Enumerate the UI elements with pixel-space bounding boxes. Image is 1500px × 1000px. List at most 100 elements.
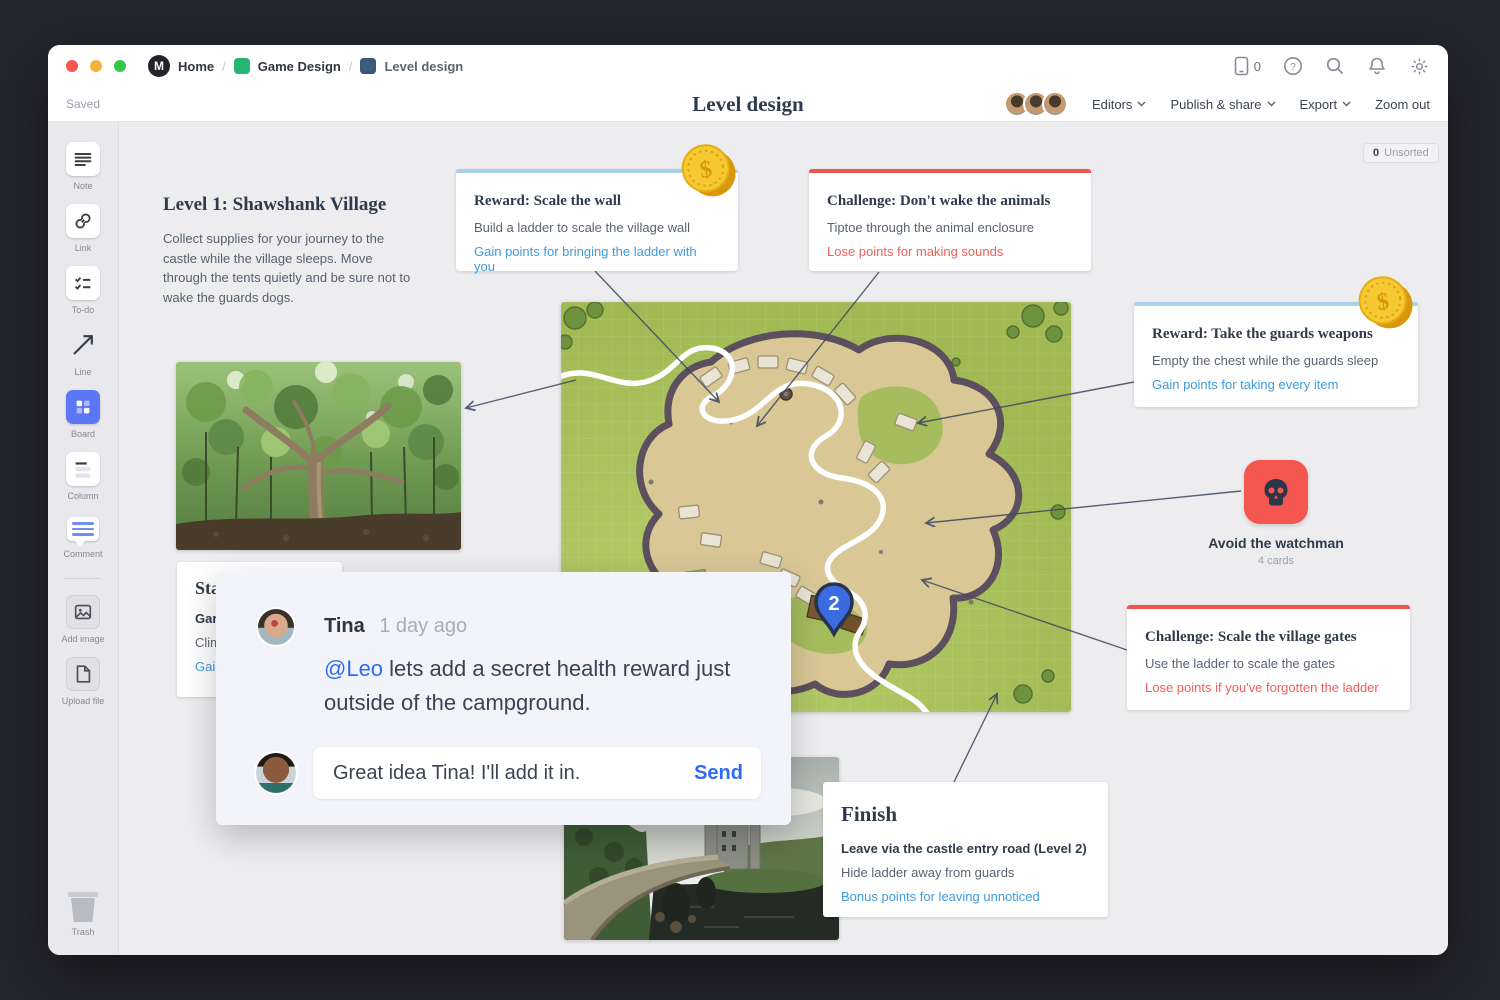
skull-board-tile[interactable] <box>1244 460 1308 524</box>
chevron-down-icon <box>1267 101 1276 107</box>
breadcrumb-separator: / <box>349 59 353 74</box>
tool-todo[interactable]: To-do <box>66 266 100 315</box>
fullscreen-button[interactable] <box>114 60 126 72</box>
skull-icon <box>1258 474 1294 510</box>
save-status: Saved <box>66 97 100 111</box>
comment-text: lets add a secret health reward just out… <box>324 656 730 715</box>
note-icon <box>72 148 94 170</box>
board-canvas[interactable]: 0 Unsorted Level 1: Shawshank Village Co… <box>119 122 1448 955</box>
trash-icon <box>68 892 98 922</box>
card-challenge-gates[interactable]: Challenge: Scale the village gates Use t… <box>1127 605 1410 710</box>
breadcrumb-game-design[interactable]: Game Design <box>258 59 341 74</box>
breadcrumb: Home / Game Design / Level design <box>178 58 463 74</box>
add-image-icon <box>72 601 94 623</box>
sub-header: Saved Level design Editors Publish & sha… <box>48 87 1448 122</box>
board-icon-green <box>234 58 250 74</box>
board-card-count: 4 cards <box>1176 555 1376 567</box>
line-arrow-icon <box>70 332 96 358</box>
tool-link[interactable]: Link <box>66 204 100 253</box>
card-challenge-animals[interactable]: Challenge: Don't wake the animals Tiptoe… <box>809 169 1091 271</box>
card-title: Challenge: Don't wake the animals <box>827 193 1073 210</box>
tool-label: Comment <box>63 549 102 559</box>
tool-label: Link <box>75 243 92 253</box>
close-button[interactable] <box>66 60 78 72</box>
export-label: Export <box>1300 97 1338 112</box>
comment-author: Tina <box>324 615 365 637</box>
card-highlight: Gain points for taking every item <box>1152 377 1400 392</box>
tool-note[interactable]: Note <box>66 142 100 191</box>
breadcrumb-separator: / <box>222 59 226 74</box>
card-highlight: Bonus points for leaving unnoticed <box>841 889 1090 904</box>
upload-file-icon <box>72 663 94 685</box>
publish-share-button[interactable]: Publish & share <box>1170 97 1275 112</box>
intro-note[interactable]: Level 1: Shawshank Village Collect suppl… <box>163 194 416 307</box>
tool-label: Upload file <box>62 696 105 706</box>
page-title: Level design <box>692 92 803 117</box>
tool-upload-file[interactable]: Upload file <box>62 657 105 706</box>
board-avoid-watchman[interactable]: Avoid the watchman 4 cards <box>1176 460 1376 567</box>
forest-tree-image[interactable] <box>176 362 461 550</box>
minimize-button[interactable] <box>90 60 102 72</box>
publish-share-label: Publish & share <box>1170 97 1261 112</box>
device-sync-button[interactable]: 0 <box>1234 56 1261 76</box>
card-bold-line: Leave via the castle entry road (Level 2… <box>841 841 1090 856</box>
breadcrumb-home[interactable]: Home <box>178 59 214 74</box>
editor-avatars[interactable] <box>1004 91 1068 117</box>
trash-dropzone[interactable]: Trash <box>68 892 98 937</box>
search-icon[interactable] <box>1325 56 1345 76</box>
tool-column[interactable]: Column <box>66 452 100 501</box>
tree-illustration <box>176 362 461 550</box>
board-icon <box>72 396 94 418</box>
reply-box: Send <box>313 747 761 799</box>
tool-label: Column <box>67 491 98 501</box>
editors-label: Editors <box>1092 97 1132 112</box>
todo-icon <box>72 272 94 294</box>
help-icon[interactable]: ? <box>1283 56 1303 76</box>
chevron-down-icon <box>1342 101 1351 107</box>
comment-popup: Tina 1 day ago @Leo lets add a secret he… <box>216 572 791 825</box>
card-line: Build a ladder to scale the village wall <box>474 220 720 235</box>
tool-label: Add image <box>61 634 104 644</box>
gold-coin-icon: $ <box>1356 273 1414 331</box>
map-pin-marker[interactable]: 2 <box>811 580 857 642</box>
unsorted-badge[interactable]: 0 Unsorted <box>1363 143 1439 163</box>
tool-label: Board <box>71 429 95 439</box>
mention-link[interactable]: @Leo <box>324 656 383 681</box>
breadcrumb-level-design[interactable]: Level design <box>384 59 463 74</box>
tool-board-selected[interactable]: Board <box>66 390 100 439</box>
tool-add-image[interactable]: Add image <box>61 595 104 644</box>
tina-avatar <box>258 609 294 645</box>
app-window: M Home / Game Design / Level design 0 ? <box>48 45 1448 955</box>
unsorted-count: 0 <box>1373 147 1379 159</box>
mobile-device-icon <box>1234 56 1249 76</box>
settings-gear-icon[interactable] <box>1409 56 1430 77</box>
zoom-out-label: Zoom out <box>1375 97 1430 112</box>
send-button[interactable]: Send <box>694 762 743 785</box>
card-finish[interactable]: Finish Leave via the castle entry road (… <box>823 782 1108 917</box>
title-bar: M Home / Game Design / Level design 0 ? <box>48 45 1448 87</box>
gold-coin-icon: $ <box>679 141 737 199</box>
avatar <box>1042 91 1068 117</box>
card-line: Empty the chest while the guards sleep <box>1152 353 1400 368</box>
tool-line[interactable]: Line <box>66 328 100 377</box>
device-count: 0 <box>1254 59 1261 74</box>
toolbar-divider <box>65 578 101 579</box>
comment-timestamp: 1 day ago <box>379 615 467 637</box>
tool-label: To-do <box>72 305 95 315</box>
tool-comment[interactable]: Comment <box>63 514 102 559</box>
card-highlight: Lose points for making sounds <box>827 244 1073 259</box>
tool-label: Line <box>74 367 91 377</box>
export-button[interactable]: Export <box>1300 97 1352 112</box>
svg-text:?: ? <box>1290 62 1296 73</box>
milanote-logo-icon: M <box>148 55 170 77</box>
editors-button[interactable]: Editors <box>1092 97 1146 112</box>
card-title: Challenge: Scale the village gates <box>1145 629 1392 646</box>
comment-message: @Leo lets add a secret health reward jus… <box>324 652 774 720</box>
board-label: Avoid the watchman <box>1176 535 1376 551</box>
zoom-out-button[interactable]: Zoom out <box>1375 97 1430 112</box>
trash-label: Trash <box>72 927 95 937</box>
card-title: Finish <box>841 802 1090 827</box>
notifications-bell-icon[interactable] <box>1367 56 1387 76</box>
reply-input[interactable] <box>331 761 694 786</box>
level-title: Level 1: Shawshank Village <box>163 194 416 216</box>
